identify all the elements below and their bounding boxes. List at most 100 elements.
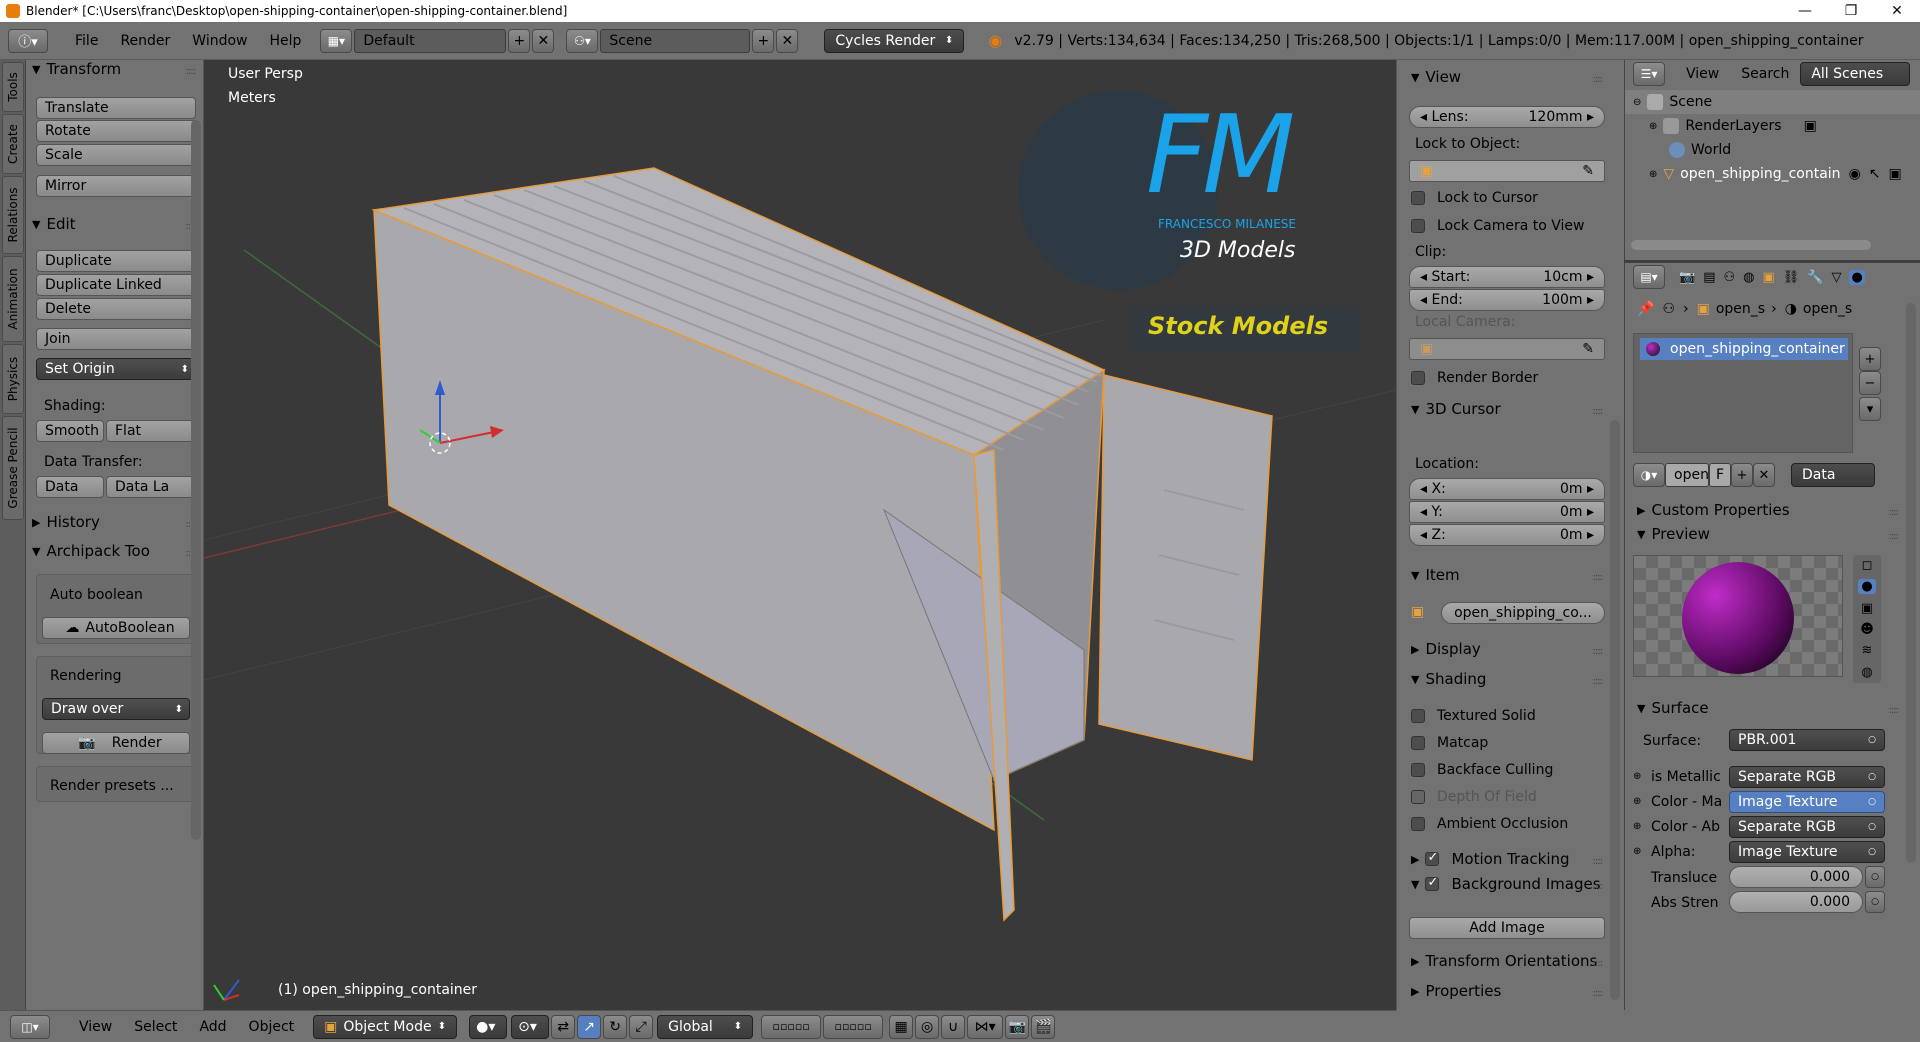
scale-manipulator-button[interactable]: ⤢ [629,1014,654,1039]
outliner-row-container-object[interactable]: ⊕ ▽ open_shipping_contain ◉ ↖ ▣ [1625,162,1920,186]
npanel-scrollbar[interactable] [1610,420,1620,1000]
editor-type-3d-view-button[interactable]: ◫▾ [10,1014,50,1039]
pin-icon[interactable]: 📌 [1637,301,1654,317]
sphere-preview-icon[interactable]: ● [1858,579,1876,595]
fake-user-button[interactable]: F [1709,463,1731,487]
tab-grease-pencil[interactable]: Grease Pencil [2,416,24,520]
lock-object-field[interactable]: ▣ ✎ [1409,160,1605,182]
snap-toggle-button[interactable]: ∪ [941,1014,966,1039]
outliner-scrollbar[interactable] [1631,240,1871,250]
tab-physics[interactable]: Physics [2,344,24,414]
expand-socket-icon[interactable]: ⊕ [1633,796,1641,807]
panel-grip-icon[interactable]: :::: [1593,406,1604,417]
panel-grip-icon[interactable]: :::: [1889,705,1900,716]
rotate-manipulator-button[interactable]: ↻ [603,1014,628,1039]
abs-strength-socket-button[interactable]: ○ [1865,891,1885,913]
menu-add[interactable]: Add [188,1019,237,1035]
translucent-socket-button[interactable]: ○ [1865,866,1885,888]
render-layer-toggle-icon[interactable]: ▣ [1804,118,1817,134]
opengl-animation-button[interactable]: 🎬 [1031,1014,1056,1039]
motion-tracking-panel-header[interactable]: ▶Motion Tracking [1411,850,1570,868]
constraints-tab-icon[interactable]: ⛓ [1783,270,1800,285]
ambient-occlusion-checkbox[interactable]: Ambient Occlusion [1411,816,1568,832]
panel-grip-icon[interactable]: :::: [1593,572,1604,583]
surface-shader-dropdown[interactable]: PBR.001 ○ [1729,729,1885,751]
expand-socket-icon[interactable]: ⊕ [1633,771,1641,782]
properties-panel-header[interactable]: ▶ Properties [1411,982,1501,1000]
proportional-editing-button[interactable]: ◎ [915,1014,940,1039]
tab-tools[interactable]: Tools [2,62,24,112]
add-image-button[interactable]: Add Image [1409,917,1605,939]
outliner-search-menu[interactable]: Search [1730,66,1800,82]
translucent-slider[interactable]: 0.000 [1729,866,1863,888]
menu-render[interactable]: Render [109,33,181,49]
cube-preview-icon[interactable]: ▣ [1861,601,1873,616]
toolshelf-scrollbar[interactable] [191,120,201,840]
duplicate-button[interactable]: Duplicate [36,250,196,272]
clip-start-field[interactable]: ◂ Start: 10cm ▸ [1409,266,1605,288]
scene-browse-button[interactable]: ⚇▾ [566,28,599,53]
outliner-filter-dropdown[interactable]: All Scenes [1800,62,1911,86]
transform-orientation-dropdown[interactable]: Global ⬍ [657,1014,754,1039]
lock-layers-button[interactable]: ▦ [889,1014,914,1039]
panel-grip-icon[interactable]: :::: [1593,856,1604,867]
panel-grip-icon[interactable]: :::: [1889,507,1900,518]
panel-grip-icon[interactable]: :::: [1593,646,1604,657]
data-layout-button[interactable]: Data La [106,476,196,498]
menu-help[interactable]: Help [258,33,312,49]
translate-button[interactable]: Translate [36,97,196,119]
render-tab-icon[interactable]: 📷 [1679,270,1695,285]
material-tab-icon[interactable]: ● [1849,269,1865,285]
clip-end-field[interactable]: ◂ End: 100m ▸ [1409,289,1605,311]
render-presets-button[interactable]: Render presets ... [50,778,174,794]
world-tab-icon[interactable]: ◍ [1743,270,1754,285]
smooth-button[interactable]: Smooth [36,420,104,442]
panel-grip-icon[interactable]: :::: [1593,881,1604,892]
panel-grip-icon[interactable]: :::: [1889,531,1900,542]
opengl-render-button[interactable]: 📷 [1005,1014,1030,1039]
auto-boolean-button[interactable]: ☁ AutoBoolean [42,617,190,639]
custom-properties-header[interactable]: ▶ Custom Properties [1637,501,1790,519]
3d-viewport[interactable]: User Persp Meters (1) open_shipping_cont… [204,60,1396,1010]
remove-material-slot-button[interactable]: − [1859,371,1881,395]
cursor-z-field[interactable]: ◂ Z: 0m ▸ [1409,524,1605,546]
scene-field[interactable]: Scene [600,28,751,53]
render-button[interactable]: 📷 Render [42,732,190,754]
manipulator-toggle-button[interactable]: ⇄ [551,1014,576,1039]
rotate-button[interactable]: Rotate [36,120,196,142]
panel-grip-icon[interactable]: :::: [186,66,197,77]
menu-window[interactable]: Window [181,33,258,49]
lock-camera-checkbox[interactable]: Lock Camera to View [1411,218,1585,234]
scene-tab-icon[interactable]: ⚇ [1723,270,1735,285]
duplicate-linked-button[interactable]: Duplicate Linked [36,274,196,296]
render-layers-tab-icon[interactable]: ▤ [1703,270,1715,285]
outliner-row-world[interactable]: World [1625,138,1920,162]
editor-type-info-button[interactable]: ⓘ▾ [8,28,48,53]
new-material-button[interactable]: + [1731,463,1753,487]
menu-select[interactable]: Select [123,1019,188,1035]
menu-view[interactable]: View [68,1019,123,1035]
add-layout-button[interactable]: + [508,28,531,53]
viewport-shading-dropdown[interactable]: ●▾ [469,1014,508,1039]
backface-culling-checkbox[interactable]: Backface Culling [1411,762,1553,778]
abs-strength-slider[interactable]: 0.000 [1729,891,1863,913]
textured-solid-checkbox[interactable]: Textured Solid [1411,708,1536,724]
join-button[interactable]: Join [36,328,196,350]
pivot-point-dropdown[interactable]: ⊙▾ [511,1014,550,1039]
add-scene-button[interactable]: + [752,28,775,53]
minimize-button[interactable]: — [1782,3,1828,19]
alpha-input-dropdown[interactable]: Image Texture ○ [1729,841,1885,863]
shading-panel-header[interactable]: ▼ Shading [1411,670,1486,688]
preview-panel-header[interactable]: ▼ Preview [1637,525,1710,543]
cursor-y-field[interactable]: ◂ Y: 0m ▸ [1409,501,1605,523]
snap-element-dropdown[interactable]: ⋈▾ [967,1014,1004,1039]
edit-panel-header[interactable]: ▼ Edit [32,215,76,233]
tab-relations[interactable]: Relations [2,176,24,254]
translate-manipulator-button[interactable]: ↗ [577,1014,602,1039]
delete-button[interactable]: Delete [36,298,196,320]
data-button[interactable]: Data [36,476,104,498]
3d-cursor-panel-header[interactable]: ▼ 3D Cursor [1411,400,1501,418]
color-ab-input-dropdown[interactable]: Separate RGB ○ [1729,816,1885,838]
local-camera-field[interactable]: ▣ ✎ [1409,338,1605,360]
cursor-x-field[interactable]: ◂ X: 0m ▸ [1409,478,1605,500]
